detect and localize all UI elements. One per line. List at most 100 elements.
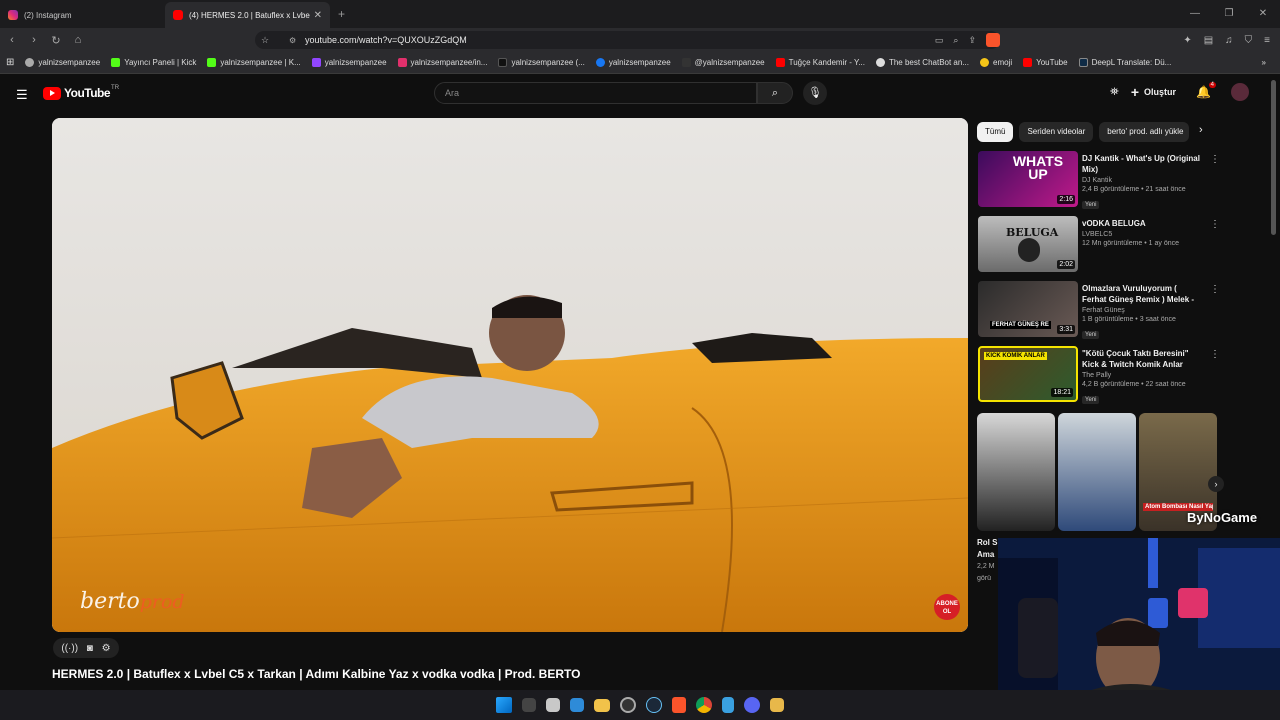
chip-all[interactable]: Tümü <box>977 122 1014 142</box>
search-button[interactable]: ⌕ <box>757 82 793 104</box>
bookmark-item[interactable]: emoji <box>980 58 1012 67</box>
menu-icon[interactable]: ≡ <box>1264 35 1270 46</box>
steam-icon[interactable] <box>646 697 662 713</box>
rec-channel[interactable]: DJ Kantik <box>1082 177 1200 184</box>
notepad-icon[interactable] <box>722 697 734 713</box>
avatar[interactable] <box>1230 83 1249 101</box>
bookmark-item[interactable]: The best ChatBot an... <box>875 58 969 67</box>
bookmark-icon[interactable]: ☆ <box>261 35 279 46</box>
more-options-icon[interactable]: ⋮ <box>1210 284 1220 295</box>
voice-search-button[interactable]: 🎙 <box>803 81 827 105</box>
gear-icon[interactable]: ⚙ <box>102 643 111 654</box>
cast-icon[interactable]: ▭ <box>935 35 944 46</box>
create-button[interactable]: + Oluştur <box>1131 84 1176 100</box>
reload-icon[interactable]: ↻ <box>46 34 66 47</box>
bookmark-item[interactable]: yalnizsempanzee (... <box>498 58 585 67</box>
chip-series[interactable]: Seriden videolar <box>1019 122 1094 142</box>
close-tab-icon[interactable]: ✕ <box>314 10 322 21</box>
close-window-icon[interactable]: ✕ <box>1246 0 1280 28</box>
media-player-icon[interactable] <box>770 698 784 712</box>
cast-icon[interactable]: ⛯ <box>1110 86 1119 99</box>
duration-badge: 2:02 <box>1057 260 1075 269</box>
youtube-logo[interactable]: YouTube TR <box>43 85 119 100</box>
minimize-icon[interactable]: — <box>1178 0 1212 28</box>
bookmark-item[interactable]: yalnizsempanzee <box>311 58 387 67</box>
search-input[interactable]: Ara <box>434 82 757 104</box>
more-options-icon[interactable]: ⋮ <box>1210 349 1220 360</box>
forward-icon[interactable]: › <box>24 34 44 46</box>
list-item[interactable]: KICK KOMİK ANLAR 18:21 "Kötü Çocuk Taktı… <box>977 345 1222 410</box>
video-thumbnail[interactable]: FERHAT GÜNEŞ RE 3:31 <box>978 281 1078 337</box>
sidebar-icon[interactable]: ▤ <box>1204 35 1213 46</box>
address-bar[interactable]: ☆ ⚙ youtube.com/watch?v=QUXOUzZGdQM <box>255 31 1000 49</box>
brave-icon[interactable] <box>672 697 686 713</box>
rec-meta: 4,2 B görüntüleme • 22 saat önce <box>1082 381 1186 388</box>
scrollbar[interactable] <box>1271 80 1276 235</box>
rec-title[interactable]: "Kötü Çocuk Taktı Beresini" Kick & Twitc… <box>1082 348 1200 370</box>
notifications-button[interactable]: 🔔 4 <box>1196 82 1216 99</box>
rec-title[interactable]: DJ Kantik - What's Up (Original Mix) <box>1082 153 1200 175</box>
video-player[interactable]: bertoprod ABONE OL <box>52 118 968 632</box>
video-thumbnail[interactable]: BELUGA 2:02 <box>978 216 1078 272</box>
list-item[interactable]: FERHAT GÜNEŞ RE 3:31 Olmazlara Vuruluyor… <box>977 280 1222 345</box>
rec-title[interactable]: vODKA BELUGA <box>1082 218 1200 229</box>
vpn-icon[interactable]: ⛉ <box>1245 35 1253 46</box>
hamburger-menu-icon[interactable]: ☰ <box>16 87 28 103</box>
chrome-icon[interactable] <box>696 697 712 713</box>
bookmark-item[interactable]: @yalnizsempanzee <box>681 58 765 67</box>
bookmark-item[interactable]: YouTube <box>1023 58 1068 67</box>
bookmark-item[interactable]: yalnizsempanzee | K... <box>207 58 301 67</box>
chip-uploader[interactable]: berto' prod. adlı yükle <box>1099 122 1190 142</box>
bookmark-item[interactable]: DeepL Translate: Dü... <box>1078 58 1171 67</box>
chevron-right-icon[interactable]: › <box>1199 124 1203 136</box>
video-thumbnail[interactable]: WHATS UP 2:16 <box>978 151 1078 207</box>
brave-shields-icon[interactable] <box>986 33 1000 47</box>
rec-meta: 1 B görüntüleme • 3 saat önce <box>1082 316 1176 323</box>
bookmark-item[interactable]: yalnizsempanzee <box>25 58 100 67</box>
app-icon[interactable] <box>620 697 636 713</box>
extensions-icon[interactable]: ✦ <box>1183 35 1191 46</box>
short-thumbnail[interactable] <box>1058 413 1136 531</box>
app-icon[interactable] <box>546 698 560 712</box>
windows-start-icon[interactable] <box>496 697 512 713</box>
more-options-icon[interactable]: ⋮ <box>1210 154 1220 165</box>
rec-title[interactable]: Olmazlara Vuruluyorum ( Ferhat Güneş Rem… <box>1082 283 1200 305</box>
apps-icon[interactable]: ⊞ <box>6 57 14 68</box>
address-actions: ▭ ⌕ ⇪ <box>935 31 1000 49</box>
list-item[interactable]: BELUGA 2:02 vODKA BELUGA LVBELC5 12 Mn g… <box>977 215 1222 280</box>
bookmark-item[interactable]: Tuğçe Kandemir - Y... <box>775 58 865 67</box>
task-view-icon[interactable] <box>522 698 536 712</box>
more-options-icon[interactable]: ⋮ <box>1210 219 1220 230</box>
browser-tabstrip: (2) Instagram (4) HERMES 2.0 | Batuflex … <box>0 0 1280 28</box>
rec-channel[interactable]: Ferhat Güneş <box>1082 307 1200 314</box>
chevron-right-icon[interactable]: › <box>1208 476 1224 492</box>
share-icon[interactable]: ⇪ <box>968 35 976 46</box>
new-tab-button[interactable]: + <box>338 7 345 21</box>
folder-icon[interactable] <box>594 698 610 712</box>
discord-icon[interactable] <box>744 697 760 713</box>
subscribe-badge[interactable]: ABONE OL <box>934 594 960 620</box>
video-thumbnail[interactable]: KICK KOMİK ANLAR 18:21 <box>978 346 1078 402</box>
rec-channel[interactable]: LVBELC5 <box>1082 231 1200 238</box>
url-text[interactable]: youtube.com/watch?v=QUXOUzZGdQM <box>305 35 467 45</box>
more-bookmarks-icon[interactable]: » <box>1262 58 1266 67</box>
photos-icon[interactable] <box>570 698 584 712</box>
camera-icon[interactable]: ◙ <box>87 643 93 654</box>
zoom-icon[interactable]: ⌕ <box>953 35 958 46</box>
list-item[interactable]: WHATS UP 2:16 DJ Kantik - What's Up (Ori… <box>977 150 1222 215</box>
bookmark-item[interactable]: Yayıncı Paneli | Kick <box>111 58 196 67</box>
tab-instagram[interactable]: (2) Instagram <box>0 2 165 28</box>
bookmark-item[interactable]: yalnizsempanzee/in... <box>397 58 487 67</box>
rec-channel[interactable]: The Pally <box>1082 372 1200 379</box>
partial-rec[interactable]: Rol S Ama 2,2 M görü <box>977 537 997 585</box>
music-icon[interactable]: ♫ <box>1225 35 1233 46</box>
short-thumbnail[interactable] <box>977 413 1055 531</box>
restore-icon[interactable]: ❐ <box>1212 0 1246 28</box>
microphone-icon: 🎙 <box>808 87 822 99</box>
bookmark-item[interactable]: yalnizsempanzee <box>595 58 671 67</box>
tab-youtube[interactable]: (4) HERMES 2.0 | Batuflex x Lvbel ✕ <box>165 2 330 28</box>
audio-icon[interactable]: ((·)) <box>61 643 78 654</box>
home-icon[interactable]: ⌂ <box>68 34 88 46</box>
site-info-icon[interactable]: ⚙ <box>289 36 305 45</box>
back-icon[interactable]: ‹ <box>2 34 22 46</box>
